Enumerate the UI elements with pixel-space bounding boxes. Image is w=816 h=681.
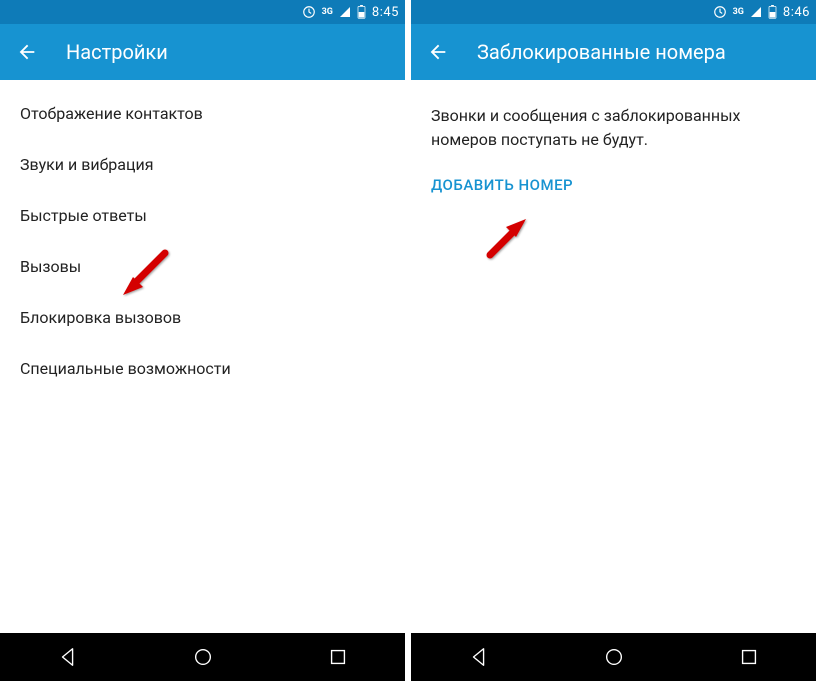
menu-sounds-vibration[interactable]: Звуки и вибрация — [0, 139, 405, 190]
battery-icon — [357, 5, 366, 19]
clock-label: 8:46 — [783, 5, 810, 20]
nav-back-button[interactable] — [468, 646, 490, 668]
network-label: 3G — [733, 8, 744, 17]
nav-home-button[interactable] — [192, 646, 214, 668]
page-title: Заблокированные номера — [477, 40, 726, 64]
nav-home-button[interactable] — [603, 646, 625, 668]
menu-accessibility[interactable]: Специальные возможности — [0, 343, 405, 394]
nav-bar — [0, 633, 405, 681]
menu-calls[interactable]: Вызовы — [0, 241, 405, 292]
back-button[interactable] — [16, 41, 38, 63]
phone-right: 3G 8:46 Заблокированные номера Звонки и … — [411, 0, 816, 681]
menu-contacts-display[interactable]: Отображение контактов — [0, 88, 405, 139]
signal-icon — [339, 6, 351, 18]
app-bar: Заблокированные номера — [411, 24, 816, 80]
nav-bar — [411, 633, 816, 681]
back-button[interactable] — [427, 41, 449, 63]
clock-label: 8:45 — [372, 5, 399, 20]
status-bar: 3G 8:45 — [0, 0, 405, 24]
blocked-numbers-content: Звонки и сообщения с заблокированных ном… — [411, 80, 816, 633]
nav-back-button[interactable] — [57, 646, 79, 668]
battery-icon — [768, 5, 777, 19]
menu-quick-responses[interactable]: Быстрые ответы — [0, 190, 405, 241]
menu-call-blocking[interactable]: Блокировка вызовов — [0, 292, 405, 343]
settings-list: Отображение контактов Звуки и вибрация Б… — [0, 80, 405, 633]
blocked-description: Звонки и сообщения с заблокированных ном… — [411, 88, 816, 156]
status-bar: 3G 8:46 — [411, 0, 816, 24]
sync-icon — [302, 5, 316, 19]
sync-icon — [713, 5, 727, 19]
nav-recent-button[interactable] — [327, 646, 349, 668]
app-bar: Настройки — [0, 24, 405, 80]
network-label: 3G — [322, 8, 333, 17]
phone-left: 3G 8:45 Настройки Отображение контактов … — [0, 0, 405, 681]
annotation-arrow-icon — [476, 205, 536, 265]
page-title: Настройки — [66, 40, 168, 64]
signal-icon — [750, 6, 762, 18]
add-number-button[interactable]: ДОБАВИТЬ НОМЕР — [411, 156, 816, 214]
nav-recent-button[interactable] — [738, 646, 760, 668]
